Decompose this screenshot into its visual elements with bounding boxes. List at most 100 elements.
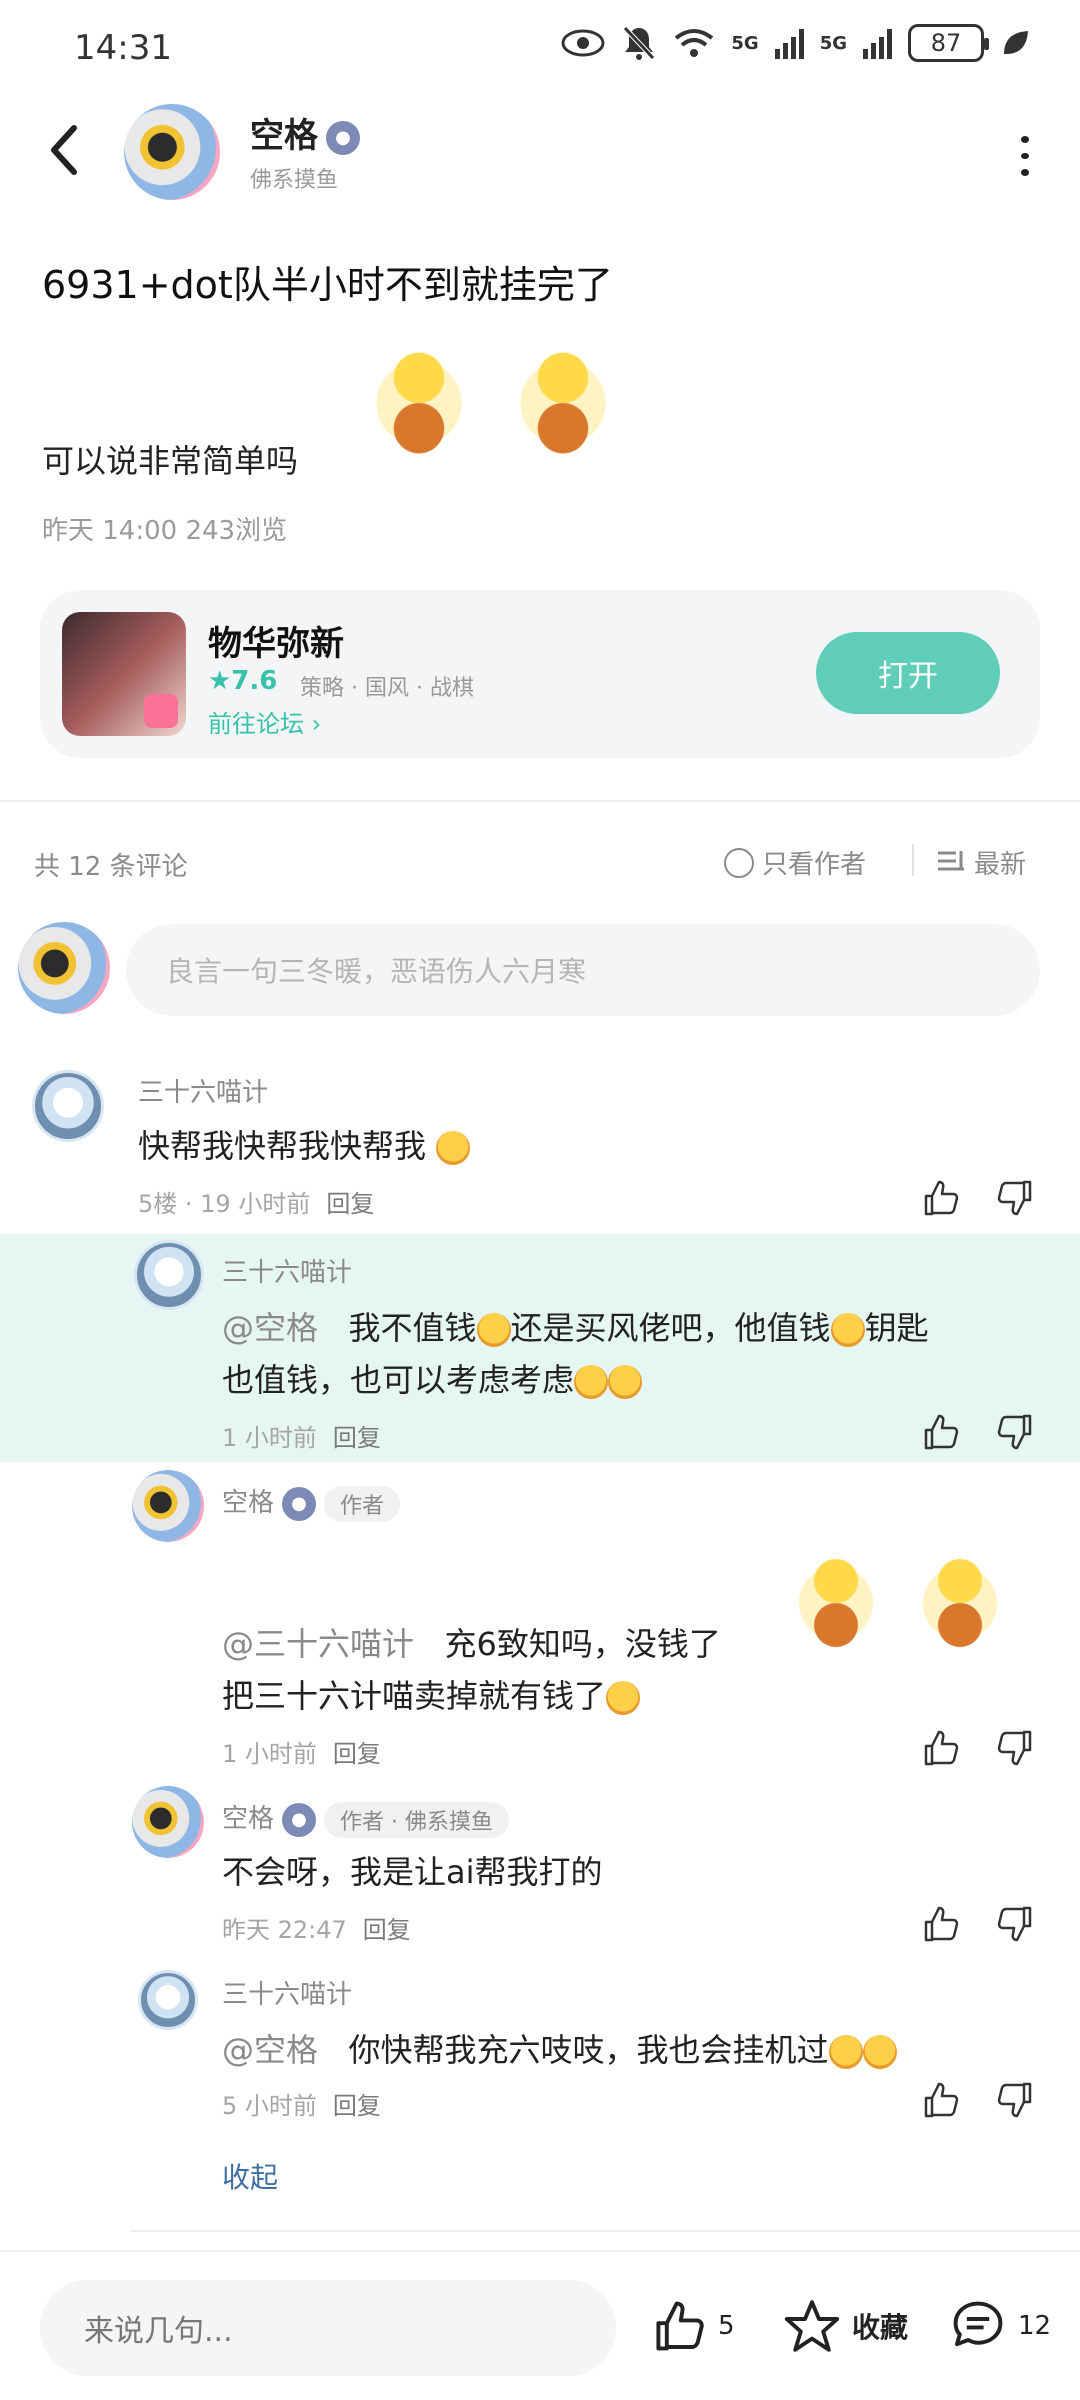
sort-newest-toggle[interactable]: 最新 (936, 844, 1026, 881)
reply-text: @空格 我不值钱 还是买风佬吧，他值钱 钥匙 也值钱，也可以考虑考虑 (222, 1302, 1042, 1406)
say-something-input[interactable]: 来说几句... (40, 2280, 616, 2376)
reply-avatar[interactable] (134, 1240, 204, 1310)
back-arrow-icon[interactable] (44, 120, 84, 180)
like-icon[interactable] (920, 1904, 960, 1944)
commenter-name[interactable]: 三十六喵计 (138, 1072, 268, 1109)
radio-icon (724, 847, 754, 878)
sticker-image (350, 340, 488, 466)
emoji-icon (436, 1131, 471, 1165)
dislike-icon[interactable] (996, 2080, 1036, 2120)
reply-text-part: 充6致知吗，没钱了 (444, 1625, 721, 1663)
network-type-1: 5G (731, 32, 759, 54)
reply-name-row: 空格 ● 作者 (222, 1482, 401, 1522)
like-icon (656, 2301, 704, 2351)
post-body: 可以说非常简单吗 (42, 442, 299, 480)
emoji-icon (608, 1365, 643, 1399)
author-tag: 作者 (324, 1485, 401, 1522)
reply-text: 不会呀，我是让ai帮我打的 (222, 1853, 603, 1891)
comment-text-content: 快帮我快帮我快帮我 (138, 1127, 427, 1165)
reply-button[interactable]: 回复 (326, 1190, 374, 1218)
signal-icon (774, 27, 804, 59)
author-signature: 佛系摸鱼 (250, 168, 339, 193)
like-icon[interactable] (920, 2080, 960, 2120)
reply-meta: 昨天 22:47 回复 (222, 1910, 411, 1945)
emoji-icon (828, 2035, 863, 2069)
author-name[interactable]: 空格 ● (250, 108, 360, 157)
gamepad-badge-icon: ● (326, 120, 360, 155)
only-author-label: 只看作者 (762, 850, 867, 880)
open-game-button[interactable]: 打开 (816, 632, 1000, 714)
reply-name[interactable]: 空格 (222, 1488, 274, 1518)
forum-link[interactable]: 前往论坛 › (208, 704, 321, 739)
reply-avatar[interactable] (132, 1470, 204, 1542)
collapse-replies-link[interactable]: 收起 (222, 2156, 278, 2196)
like-icon[interactable] (920, 1412, 960, 1452)
reply-button[interactable]: 回复 (333, 1740, 381, 1768)
sort-separator (912, 844, 914, 876)
reply-button[interactable]: 回复 (333, 2092, 381, 2120)
reply-text-part: 也值钱，也可以考虑考虑 (222, 1361, 575, 1399)
post-meta: 昨天 14:00 243浏览 (42, 516, 288, 546)
bottom-action-bar: 来说几句... 5 收藏 12 (0, 2250, 1080, 2400)
reply-text: @三十六喵计 充6致知吗，没钱了 把三十六计喵卖掉就有钱了 (222, 1618, 1042, 1722)
commenter-avatar[interactable] (32, 1070, 104, 1142)
comment-input-placeholder: 良言一句三冬暖，恶语伤人六月寒 (166, 955, 587, 988)
dislike-icon[interactable] (996, 1178, 1036, 1218)
mention[interactable]: @空格 (222, 1309, 318, 1347)
reply-name[interactable]: 空格 (222, 1804, 274, 1834)
dislike-icon[interactable] (996, 1412, 1036, 1452)
emoji-icon (606, 1681, 641, 1715)
favorite-button[interactable]: 收藏 (784, 2298, 908, 2354)
post-like-button[interactable]: 5 (650, 2298, 735, 2354)
section-divider (0, 800, 1080, 802)
comment-bubble-icon (953, 2301, 1003, 2347)
reply-avatar[interactable] (138, 1970, 198, 2030)
like-icon[interactable] (920, 1178, 960, 1218)
reply-name[interactable]: 三十六喵计 (222, 1252, 352, 1289)
status-bar: 14:31 5G 5G 87 (0, 0, 1080, 100)
comment-count-bottom: 12 (1018, 2311, 1052, 2341)
reply-meta: 1 小时前 回复 (222, 1418, 381, 1453)
reply-time: 5 小时前 (222, 2092, 317, 2120)
game-rating: ★7.6 (208, 666, 278, 696)
mention[interactable]: @空格 (222, 2031, 318, 2069)
signal-icon-2 (863, 27, 892, 59)
eye-icon (561, 29, 605, 57)
reply-avatar[interactable] (132, 1786, 204, 1858)
reply-time: 昨天 22:47 (222, 1916, 347, 1944)
leaf-icon (1004, 31, 1028, 54)
mute-bell-icon (623, 26, 656, 60)
reply-time: 1 小时前 (222, 1424, 317, 1452)
comment-time: 5楼 · 19 小时前 (138, 1190, 311, 1218)
comments-button[interactable]: 12 (950, 2298, 1051, 2354)
more-options-icon[interactable] (1020, 136, 1030, 177)
reply-meta: 1 小时前 回复 (222, 1734, 381, 1769)
mention[interactable]: @三十六喵计 (222, 1625, 414, 1663)
like-icon[interactable] (920, 1728, 960, 1768)
status-icons: 5G 5G 87 (561, 24, 1030, 62)
network-type-2: 5G (819, 32, 847, 54)
sort-label: 最新 (974, 850, 1027, 880)
author-avatar[interactable] (124, 104, 220, 200)
like-count: 5 (718, 2311, 735, 2341)
reply-name[interactable]: 三十六喵计 (222, 1974, 352, 2011)
reply-meta: 5 小时前 回复 (222, 2086, 381, 2121)
dislike-icon[interactable] (996, 1904, 1036, 1944)
comment-input[interactable]: 良言一句三冬暖，恶语伤人六月寒 (126, 924, 1040, 1016)
wifi-icon (675, 29, 714, 57)
only-author-toggle[interactable]: 只看作者 (724, 844, 866, 881)
dislike-icon[interactable] (996, 1728, 1036, 1768)
gamepad-badge-icon: ● (282, 1486, 317, 1521)
reply-text-part: 你快帮我充六吱吱，我也会挂机过 (348, 2031, 829, 2069)
battery-icon: 87 (908, 24, 989, 62)
reply-button[interactable]: 回复 (363, 1916, 411, 1944)
game-card[interactable]: 物华弥新 ★7.6 策略 · 国风 · 战棋 前往论坛 › 打开 (40, 590, 1040, 758)
emoji-icon (830, 1313, 865, 1347)
sort-list-icon (938, 850, 964, 870)
comment-text: 快帮我快帮我快帮我 (138, 1120, 471, 1172)
reply-button[interactable]: 回复 (333, 1424, 381, 1452)
author-tag: 作者 · 佛系摸鱼 (324, 1801, 509, 1838)
game-thumbnail (62, 612, 186, 736)
section-divider (130, 2230, 1080, 2232)
battery-level: 87 (930, 29, 962, 57)
